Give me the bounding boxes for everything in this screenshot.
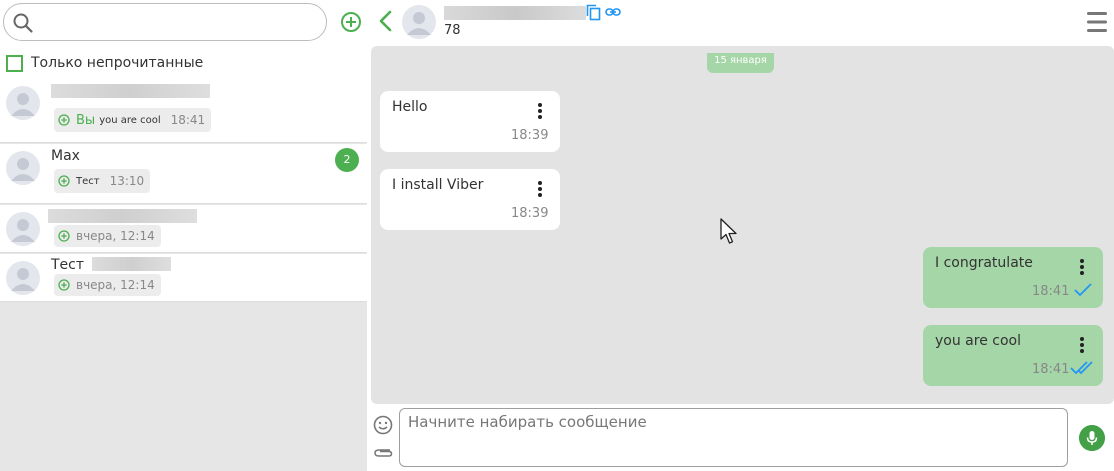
unread-count-badge: 2 bbox=[335, 148, 359, 172]
avatar bbox=[6, 212, 40, 246]
message-time: 18:41 bbox=[1032, 362, 1070, 377]
message-text: you are cool bbox=[935, 333, 1021, 349]
date-separator: 15 января bbox=[707, 53, 774, 73]
preview-text: Тест bbox=[76, 175, 100, 187]
preview-sender: Вы bbox=[76, 112, 96, 128]
contact-name-redacted bbox=[92, 257, 171, 271]
kebab-icon[interactable] bbox=[1079, 336, 1085, 354]
unread-filter[interactable]: Только непрочитанные bbox=[6, 54, 203, 72]
mic-icon[interactable] bbox=[1079, 425, 1105, 451]
link-icon[interactable] bbox=[605, 6, 621, 18]
chat-list-item[interactable]: Вы you are cool 18:41 bbox=[0, 80, 367, 143]
chat-list-item[interactable]: Тест вчера, 12:14 bbox=[0, 254, 367, 302]
unread-checkbox[interactable] bbox=[6, 54, 23, 72]
last-message-preview: Тест 13:10 bbox=[54, 169, 151, 193]
chat-list-item[interactable]: Max 2 Тест 13:10 bbox=[0, 144, 367, 204]
sent-status-icon bbox=[58, 279, 70, 291]
emoji-icon[interactable] bbox=[373, 415, 393, 435]
message-time: 18:39 bbox=[511, 128, 549, 143]
search-icon bbox=[13, 13, 33, 33]
outgoing-message[interactable]: I congratulate 18:41 bbox=[923, 247, 1103, 308]
contact-subtitle: 78 bbox=[444, 23, 461, 38]
message-composer[interactable] bbox=[399, 408, 1068, 467]
kebab-icon[interactable] bbox=[537, 102, 543, 120]
message-text: Hello bbox=[392, 99, 428, 115]
kebab-icon[interactable] bbox=[537, 180, 543, 198]
message-input[interactable] bbox=[408, 413, 1058, 461]
avatar bbox=[6, 86, 40, 120]
incoming-message[interactable]: Hello 18:39 bbox=[380, 91, 560, 152]
attach-icon[interactable] bbox=[373, 445, 393, 459]
chat-list-panel: Только непрочитанные Вы you are cool 18:… bbox=[0, 0, 367, 471]
add-chat-icon[interactable] bbox=[340, 11, 362, 33]
sent-status-icon bbox=[58, 175, 70, 187]
chat-list-header: Только непрочитанные bbox=[0, 0, 367, 80]
contact-name-redacted bbox=[444, 6, 586, 20]
preview-time: вчера, 12:14 bbox=[76, 229, 155, 243]
message-time: 18:39 bbox=[511, 206, 549, 221]
single-check-icon bbox=[1074, 283, 1092, 297]
contact-name-redacted bbox=[51, 84, 210, 98]
kebab-icon[interactable] bbox=[1079, 258, 1085, 276]
chat-list-item[interactable]: вчера, 12:14 bbox=[0, 205, 367, 253]
contact-name-redacted bbox=[48, 209, 197, 223]
back-icon[interactable] bbox=[378, 10, 392, 32]
preview-time: 18:41 bbox=[170, 113, 206, 127]
preview-time: вчера, 12:14 bbox=[76, 278, 155, 292]
avatar bbox=[6, 261, 40, 295]
double-check-icon bbox=[1070, 361, 1093, 375]
last-message-preview: вчера, 12:14 bbox=[54, 274, 161, 296]
sent-status-icon bbox=[58, 114, 70, 126]
contact-name: Max bbox=[51, 148, 80, 164]
search-box[interactable] bbox=[3, 3, 327, 41]
outgoing-message[interactable]: you are cool 18:41 bbox=[923, 325, 1103, 386]
message-text: I congratulate bbox=[935, 255, 1033, 271]
sent-status-icon bbox=[58, 230, 70, 242]
preview-text: you are cool bbox=[99, 114, 161, 126]
contact-name: Тест bbox=[51, 257, 85, 273]
menu-icon[interactable] bbox=[1087, 10, 1107, 34]
preview-time: 13:10 bbox=[109, 174, 145, 188]
contact-avatar[interactable] bbox=[402, 5, 436, 39]
message-time: 18:41 bbox=[1032, 284, 1070, 299]
search-input[interactable] bbox=[38, 12, 318, 32]
unread-filter-label: Только непрочитанные bbox=[31, 55, 204, 71]
avatar bbox=[6, 151, 40, 185]
last-message-preview: вчера, 12:14 bbox=[54, 225, 161, 247]
mouse-cursor-icon bbox=[720, 218, 737, 244]
last-message-preview: Вы you are cool 18:41 bbox=[54, 108, 212, 132]
message-text: I install Viber bbox=[392, 177, 484, 193]
incoming-message[interactable]: I install Viber 18:39 bbox=[380, 169, 560, 230]
copy-icon[interactable] bbox=[586, 4, 601, 21]
